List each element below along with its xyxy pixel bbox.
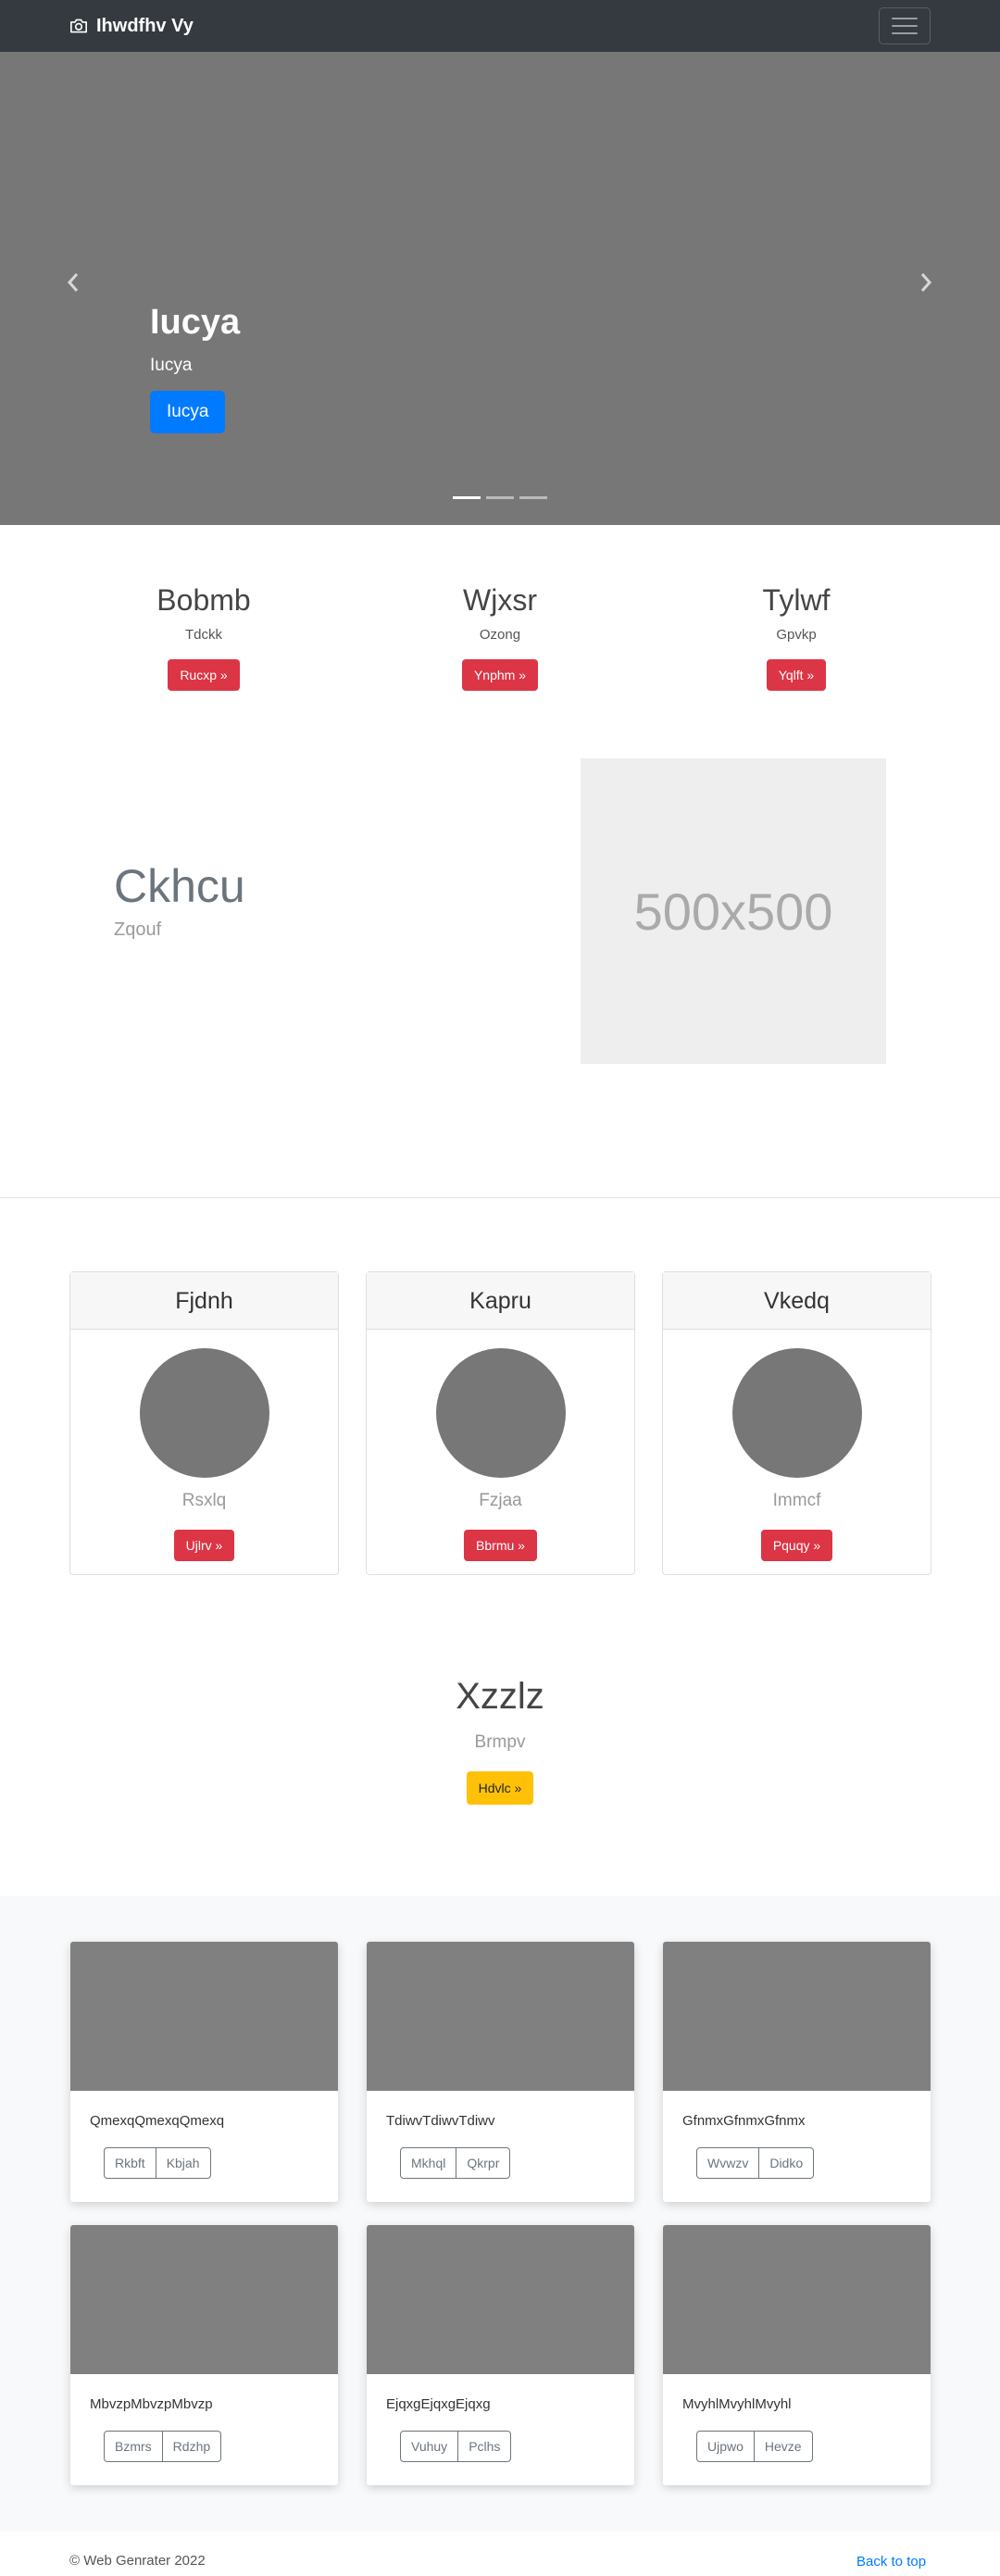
column-text: Gpvkp (776, 627, 817, 643)
card-text: GfnmxGfnmxGfnmx (682, 2113, 806, 2129)
cta-button[interactable]: Hdvlc » (466, 1771, 534, 1805)
card-thumbnail (663, 2225, 931, 2374)
profile-card-header: Vkedq (663, 1272, 931, 1330)
profile-card: Kapru Fzjaa Bbrmu » (366, 1271, 635, 1575)
column-button[interactable]: Rucxp » (168, 659, 240, 691)
chevron-right-icon (920, 273, 932, 292)
avatar (435, 1348, 566, 1478)
cta-heading: Xzzlz (456, 1676, 544, 1717)
card-thumbnail (70, 2225, 338, 2374)
column-title: Wjxsr (463, 583, 537, 617)
profile-name: Rsxlq (181, 1491, 227, 1510)
card-thumbnail (367, 2225, 634, 2374)
card-thumbnail (663, 1942, 931, 2091)
carousel-prev-button[interactable] (65, 271, 83, 294)
card-button-group: Rkbft Kbjah (104, 2147, 211, 2179)
brand-name: Ihwdfhv Vy (96, 15, 194, 36)
cta-text: Brmpv (474, 1732, 526, 1752)
card-button-group: Wvwzv Didko (696, 2147, 815, 2179)
profile-card: Fjdnh Rsxlq Ujlrv » (69, 1271, 339, 1575)
section-divider (0, 1197, 1000, 1198)
card-button-group: Bzmrs Rdzhp (104, 2431, 222, 2462)
card-button-1[interactable]: Bzmrs (104, 2431, 163, 2462)
card-button-1[interactable]: Vuhuy (400, 2431, 459, 2462)
footer-copyright: © Web Genrater 2022 (69, 2553, 206, 2569)
card-text: TdiwvTdiwvTdiwv (386, 2113, 495, 2129)
card-thumbnail (70, 1942, 338, 2091)
marketing-column: Bobmb Tdckk Rucxp » (56, 583, 352, 691)
card-text: EjqxgEjqxgEjqxg (386, 2396, 491, 2412)
column-title: Bobmb (156, 583, 251, 617)
chevron-left-icon (67, 273, 79, 292)
navbar-toggler-button[interactable] (879, 7, 931, 44)
card-button-1[interactable]: Wvwzv (696, 2147, 760, 2179)
featurette-heading: Ckhcu (114, 860, 245, 912)
album-card: GfnmxGfnmxGfnmx Wvwzv Didko (663, 1942, 931, 2202)
column-button[interactable]: Ynphm » (461, 659, 539, 691)
carousel-indicator-1[interactable] (453, 496, 481, 499)
marketing-column: Wjxsr Ozong Ynphm » (352, 583, 648, 691)
carousel-indicators (453, 496, 547, 499)
album-card: MvyhlMvyhlMvyhl Ujpwo Hevze (663, 2225, 931, 2485)
carousel-indicator-3[interactable] (519, 496, 547, 499)
featurette-image-placeholder: 500x500 (581, 758, 886, 1064)
card-thumbnail (367, 1942, 634, 2091)
profile-card-header: Kapru (367, 1272, 634, 1330)
carousel-cta-button[interactable]: Iucya (150, 390, 226, 433)
profile-card: Vkedq Immcf Pquqy » (662, 1271, 931, 1575)
column-text: Tdckk (184, 627, 222, 643)
album-card: EjqxgEjqxgEjqxg Vuhuy Pclhs (367, 2225, 634, 2485)
featurette-lead: Zqouf (114, 919, 162, 940)
card-button-2[interactable]: Rdzhp (162, 2431, 222, 2462)
marketing-column: Tylwf Gpvkp Yqlft » (648, 583, 944, 691)
carousel-subtitle: Iucya (150, 355, 193, 375)
profile-name: Immcf (772, 1491, 821, 1510)
card-button-1[interactable]: Rkbft (104, 2147, 156, 2179)
carousel-next-button[interactable] (916, 271, 934, 294)
card-button-1[interactable]: Mkhql (400, 2147, 457, 2179)
profile-button[interactable]: Pquqy » (760, 1530, 833, 1561)
placeholder-label: 500x500 (633, 882, 833, 941)
column-text: Ozong (479, 627, 521, 643)
album-section: QmexqQmexqQmexq Rkbft Kbjah TdiwvTdiwvTd… (0, 1896, 1000, 2532)
navbar: Ihwdfhv Vy (0, 0, 1000, 52)
carousel-caption: Iucya Iucya Iucya (150, 303, 241, 433)
card-button-2[interactable]: Kbjah (156, 2147, 211, 2179)
hero-carousel: Iucya Iucya Iucya (0, 52, 1000, 525)
cta-section: Xzzlz Brmpv Hdvlc » (0, 1676, 1000, 1805)
avatar (731, 1348, 862, 1478)
camera-icon (70, 19, 87, 33)
album-card: QmexqQmexqQmexq Rkbft Kbjah (70, 1942, 338, 2202)
card-button-group: Mkhql Qkrpr (400, 2147, 511, 2179)
card-button-2[interactable]: Didko (759, 2147, 815, 2179)
card-text: QmexqQmexqQmexq (90, 2113, 225, 2129)
card-button-2[interactable]: Hevze (754, 2431, 813, 2462)
card-button-1[interactable]: Ujpwo (696, 2431, 755, 2462)
card-button-2[interactable]: Pclhs (458, 2431, 512, 2462)
profile-button[interactable]: Ujlrv » (173, 1530, 235, 1561)
album-card: MbvzpMbvzpMbvzp Bzmrs Rdzhp (70, 2225, 338, 2485)
back-to-top-link[interactable]: Back to top (856, 2554, 926, 2570)
card-text: MvyhlMvyhlMvyhl (682, 2396, 792, 2412)
card-button-group: Ujpwo Hevze (696, 2431, 813, 2462)
profile-button[interactable]: Bbrmu » (464, 1530, 537, 1561)
carousel-indicator-2[interactable] (486, 496, 514, 499)
carousel-title: Iucya (150, 303, 241, 342)
profile-name: Fzjaa (479, 1491, 522, 1510)
brand-link[interactable]: Ihwdfhv Vy (69, 14, 194, 38)
column-title: Tylwf (762, 583, 831, 617)
card-button-2[interactable]: Qkrpr (456, 2147, 511, 2179)
card-button-group: Vuhuy Pclhs (400, 2431, 512, 2462)
avatar (139, 1348, 269, 1478)
column-button[interactable]: Yqlft » (766, 659, 827, 691)
card-text: MbvzpMbvzpMbvzp (90, 2396, 213, 2412)
album-card: TdiwvTdiwvTdiwv Mkhql Qkrpr (367, 1942, 634, 2202)
hamburger-icon (892, 18, 918, 19)
profile-card-header: Fjdnh (70, 1272, 338, 1330)
